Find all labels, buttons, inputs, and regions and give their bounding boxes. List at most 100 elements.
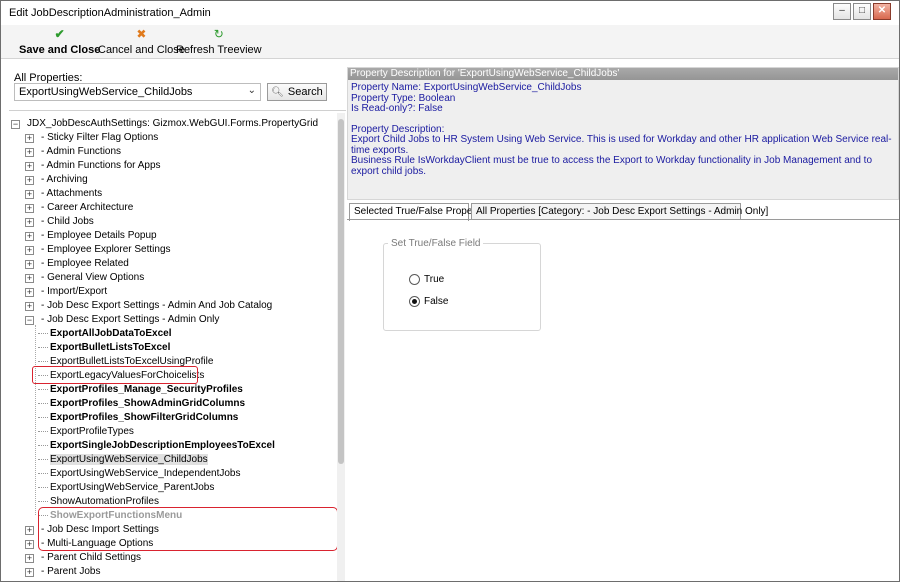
tree-leaf-label: ExportProfiles_Manage_SecurityProfiles — [50, 384, 243, 395]
tree-guide-line — [35, 325, 36, 515]
expand-icon[interactable]: + — [25, 260, 34, 269]
tree-category-label: - Job Desc Export Settings - Admin And J… — [41, 300, 273, 311]
tree-category[interactable]: + - General View Options — [25, 271, 144, 285]
tree-category-label: - Archiving — [41, 174, 88, 185]
tab-all-properties[interactable]: All Properties [Category: - Job Desc Exp… — [471, 203, 768, 220]
radio-true[interactable]: True — [409, 274, 444, 285]
tree-root[interactable]: − JDX_JobDescAuthSettings: Gizmox.WebGUI.… — [11, 117, 318, 131]
expand-icon[interactable]: + — [25, 568, 34, 577]
tree-connector — [38, 430, 48, 432]
expand-icon[interactable]: + — [25, 554, 34, 563]
tree-category-label: - General View Options — [41, 272, 145, 283]
true-false-groupbox: Set True/False Field True False — [383, 238, 541, 331]
tree-category-label: - Employee Related — [41, 258, 129, 269]
expand-icon[interactable]: + — [25, 134, 34, 143]
tree-category[interactable]: + - Parent Child Settings — [25, 551, 141, 565]
refresh-treeview-label: Refresh Treeview — [176, 44, 262, 56]
close-button[interactable]: ✕ — [873, 3, 891, 20]
app-window: Edit JobDescriptionAdministration_Admin … — [0, 0, 900, 582]
tree-category[interactable]: + - Parent Jobs — [25, 565, 100, 579]
cancel-and-close-button[interactable]: ✖ Cancel and Close — [98, 27, 185, 56]
expand-icon[interactable]: + — [25, 302, 34, 311]
expand-icon[interactable]: + — [25, 218, 34, 227]
property-dropdown[interactable]: ExportUsingWebService_ChildJobs ⌄ — [14, 83, 261, 101]
tree-leaf-label: ExportBulletListsToExcel — [50, 342, 171, 353]
tree-leaf-label: ExportProfileTypes — [50, 426, 134, 437]
expand-icon[interactable]: + — [25, 148, 34, 157]
tree-leaf-selected[interactable]: ExportUsingWebService_ChildJobs — [38, 453, 208, 467]
cancel-and-close-label: Cancel and Close — [98, 44, 185, 56]
tree-leaf[interactable]: ExportBulletListsToExcel — [38, 341, 170, 355]
tree-leaf[interactable]: ExportProfiles_Manage_SecurityProfiles — [38, 383, 243, 397]
collapse-icon[interactable]: − — [11, 120, 20, 129]
expand-icon[interactable]: + — [25, 190, 34, 199]
tree-category[interactable]: + - Sticky Filter Flag Options — [25, 131, 158, 145]
tree-leaf-label: ExportAllJobDataToExcel — [50, 328, 172, 339]
tree-leaf[interactable]: ExportUsingWebService_IndependentJobs — [38, 467, 241, 481]
radio-false-label: False — [424, 296, 449, 307]
groupbox-legend: Set True/False Field — [388, 238, 484, 249]
description-body: Property Name: ExportUsingWebService_Chi… — [348, 80, 898, 180]
property-dropdown-value: ExportUsingWebService_ChildJobs — [19, 86, 193, 98]
tree-root-label: JDX_JobDescAuthSettings: Gizmox.WebGUI.F… — [27, 118, 319, 129]
tree-category[interactable]: + - Child Jobs — [25, 215, 94, 229]
tree-leaf[interactable]: ExportProfiles_ShowAdminGridColumns — [38, 397, 245, 411]
expand-icon[interactable]: + — [25, 232, 34, 241]
tree-category[interactable]: + - Employee Explorer Settings — [25, 243, 171, 257]
property-name-text: Property Name: ExportUsingWebService_Chi… — [351, 82, 582, 93]
tree-leaf-label: ExportProfiles_ShowFilterGridColumns — [50, 412, 239, 423]
refresh-icon: ↻ — [213, 27, 224, 41]
tree-category[interactable]: + - Admin Functions — [25, 145, 121, 159]
tree-connector — [38, 416, 48, 418]
tree-category[interactable]: + - Attachments — [25, 187, 102, 201]
expand-icon[interactable]: + — [25, 204, 34, 213]
tree-category-label: - Employee Details Popup — [41, 230, 157, 241]
tree-category-label: - Child Jobs — [41, 216, 94, 227]
tree-category[interactable]: + - Employee Related — [25, 257, 129, 271]
tree-leaf-label: ExportProfiles_ShowAdminGridColumns — [50, 398, 246, 409]
tree-category[interactable]: + - Import/Export — [25, 285, 107, 299]
cancel-x-icon: ✖ — [136, 27, 147, 41]
save-and-close-button[interactable]: ✔ Save and Close — [19, 27, 100, 56]
minimize-button[interactable]: – — [833, 3, 851, 20]
tree-connector — [38, 500, 48, 502]
radio-true-circle[interactable] — [409, 274, 420, 285]
toolbar: ✔ Save and Close ✖ Cancel and Close ↻ Re… — [1, 25, 899, 59]
tree-category-label: - Attachments — [41, 188, 103, 199]
property-description-panel: Property Description for 'ExportUsingWeb… — [347, 67, 899, 200]
tree-category-expanded[interactable]: − - Job Desc Export Settings - Admin Only — [25, 313, 219, 327]
radio-false-circle[interactable] — [409, 296, 420, 307]
search-icon: 🔍︎ — [271, 87, 284, 98]
expand-icon[interactable]: + — [25, 288, 34, 297]
save-and-close-label: Save and Close — [19, 44, 101, 56]
tab-divider — [347, 219, 899, 220]
tree-category[interactable]: + - Admin Functions for Apps — [25, 159, 161, 173]
tree-leaf[interactable]: ExportProfiles_ShowFilterGridColumns — [38, 411, 238, 425]
highlight-box-webservice-items — [38, 507, 338, 551]
search-button[interactable]: 🔍︎ Search — [267, 83, 327, 101]
highlight-box-category — [32, 366, 198, 384]
expand-icon[interactable]: + — [25, 246, 34, 255]
right-panel: Property Description for 'ExportUsingWeb… — [347, 59, 899, 581]
radio-false[interactable]: False — [409, 296, 448, 307]
tree-leaf[interactable]: ExportProfileTypes — [38, 425, 134, 439]
expand-icon[interactable]: + — [25, 274, 34, 283]
expand-icon[interactable]: + — [25, 162, 34, 171]
tree-category-label: - Admin Functions for Apps — [41, 160, 161, 171]
expand-icon[interactable]: + — [25, 526, 34, 535]
tree-leaf[interactable]: ExportSingleJobDescriptionEmployeesToExc… — [38, 439, 275, 453]
expand-icon[interactable]: + — [25, 540, 34, 549]
refresh-treeview-button[interactable]: ↻ Refresh Treeview — [176, 27, 262, 56]
tree-category[interactable]: + - Employee Details Popup — [25, 229, 157, 243]
maximize-button[interactable]: □ — [853, 3, 871, 20]
tree-scrollbar-thumb[interactable] — [338, 119, 344, 464]
tree-leaf[interactable]: ExportAllJobDataToExcel — [38, 327, 172, 341]
tree-category[interactable]: + - Job Desc Export Settings - Admin And … — [25, 299, 272, 313]
tree-category[interactable]: + - Archiving — [25, 173, 88, 187]
collapse-icon[interactable]: − — [25, 316, 34, 325]
tree-connector — [38, 458, 48, 460]
expand-icon[interactable]: + — [25, 176, 34, 185]
tree-category[interactable]: + - Career Architecture — [25, 201, 133, 215]
tree-leaf[interactable]: ExportUsingWebService_ParentJobs — [38, 481, 214, 495]
tree-leaf-label: ExportUsingWebService_ChildJobs — [50, 454, 208, 465]
